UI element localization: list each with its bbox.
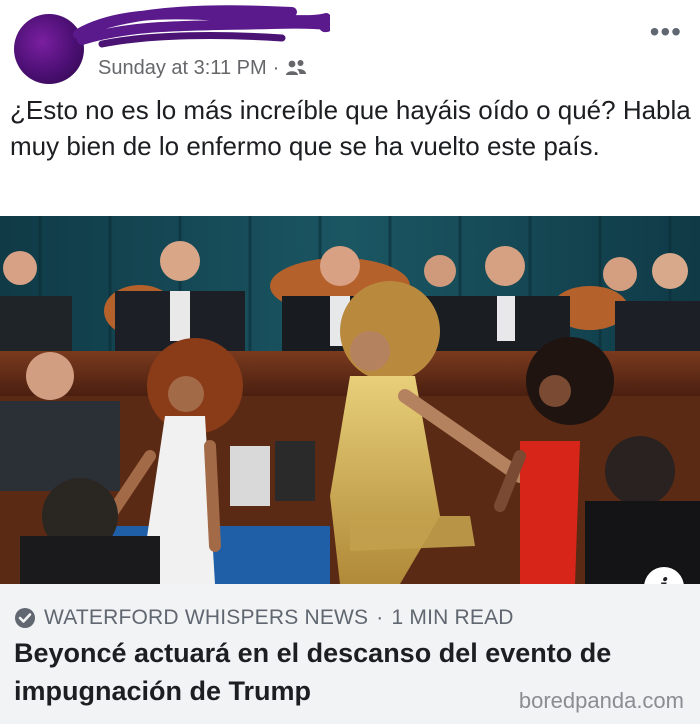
link-source-row: WATERFORD WHISPERS NEWS · 1 MIN READ [14, 606, 514, 630]
post-timestamp[interactable]: Sunday at 3:11 PM [98, 56, 267, 80]
checkmark-circle-icon [15, 608, 35, 628]
separator-dot: · [376, 606, 384, 629]
more-options-button[interactable]: ••• [650, 18, 682, 46]
read-time: 1 MIN READ [391, 606, 514, 629]
link-source: WATERFORD WHISPERS NEWS [44, 606, 369, 629]
watermark: boredpanda.com [518, 688, 684, 713]
friends-icon[interactable] [285, 59, 307, 77]
photo-illustration [0, 216, 700, 584]
separator-dot: · [272, 57, 280, 79]
post-header: Sunday at 3:11 PM · ••• [0, 0, 700, 92]
author-name-redaction [73, 5, 330, 48]
link-preview-meta[interactable]: WATERFORD WHISPERS NEWS · 1 MIN READ Bey… [0, 584, 700, 724]
link-preview-image[interactable] [0, 216, 700, 584]
post-timestamp-row: Sunday at 3:11 PM · [98, 56, 307, 80]
ellipsis-icon: ••• [649, 16, 682, 47]
post-text: ¿Esto no es lo más increíble que hayáis … [10, 95, 691, 161]
